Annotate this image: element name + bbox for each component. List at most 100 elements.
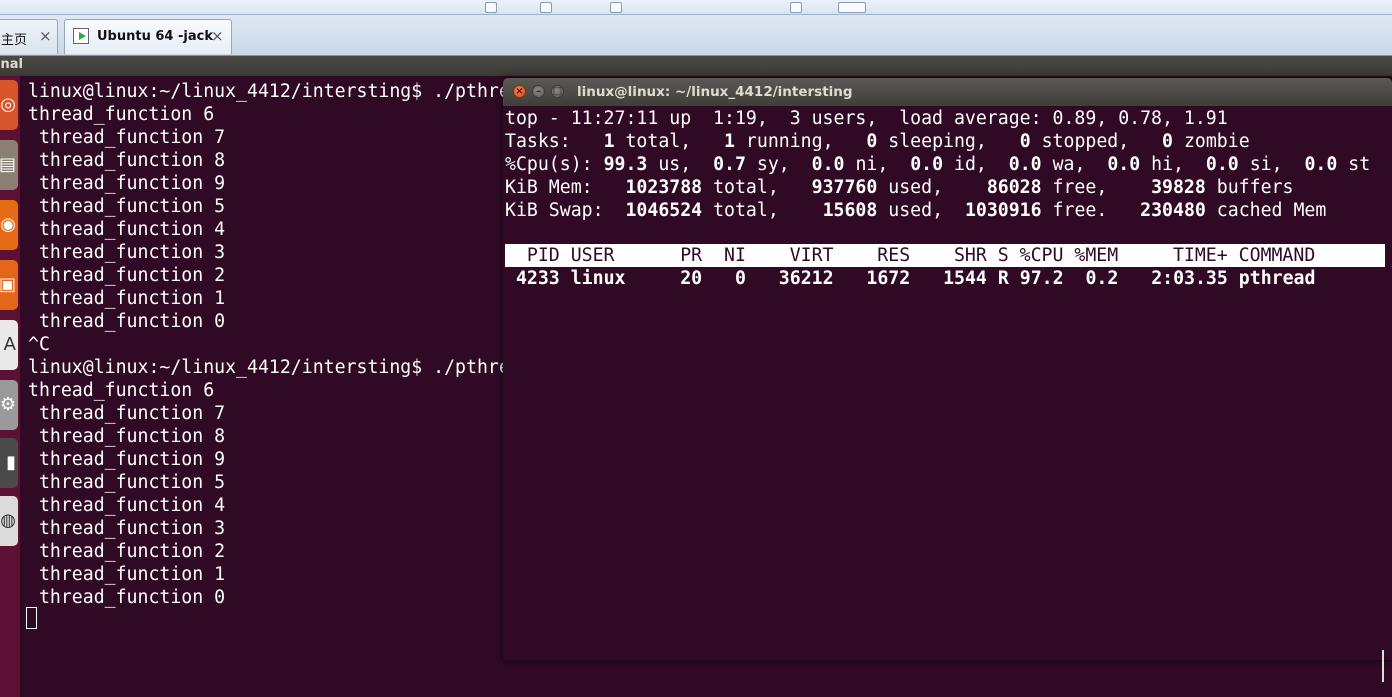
mem-used: 937760 [811,177,878,198]
virt: 36212 [778,268,834,289]
tasks-running: 1 [724,131,735,152]
terminal-line: thread_function 5 [28,472,226,493]
tasks-label: Tasks: [505,131,571,152]
terminal-line: linux@linux:~/linux_4412/intersting$ ./p… [28,357,510,378]
cpu-line: %Cpu(s): 99.3 us, 0.7 sy, 0.0 ni, 0.0 id… [505,154,1371,175]
firefox-icon[interactable]: ◉ [0,200,18,250]
uptime-line: top - 11:27:11 up 1:19, 3 users, load av… [505,108,1228,129]
software-center-icon: ▣ [0,274,16,295]
tab-label: 主页 [1,33,28,48]
files-icon[interactable]: ▤ [0,140,18,190]
cpu-hi: 0.0 [1107,154,1141,175]
libreoffice-icon: A [3,334,16,355]
toolbar-icon[interactable] [485,2,497,13]
host-tab-bar: 主页 × Ubuntu 64 -jack × [0,15,1392,56]
terminal-line: thread_function 5 [28,196,226,217]
toolbar-icon[interactable] [790,2,802,13]
cpu-si: 0.0 [1205,154,1239,175]
time: 2:03.35 [1151,268,1228,289]
toolbar-icon[interactable] [540,2,552,13]
close-icon[interactable]: × [211,27,224,45]
close-icon[interactable]: × [39,27,52,45]
terminal-line: thread_function 4 [28,219,226,240]
terminal-line: thread_function 6 [28,380,215,401]
app-title: inal [0,57,23,72]
unity-launcher: ◎ ▤ ◉ ▣ A ⚙ ▮ ◍ [0,76,20,697]
settings-icon: ⚙ [0,394,16,415]
priority: 20 [680,268,703,289]
dvd-icon[interactable]: ◍ [0,496,18,546]
terminal-line: thread_function 0 [28,587,226,608]
window-title: linux@linux: ~/linux_4412/intersting [577,84,853,100]
ubuntu-top-panel: inal [0,56,1392,76]
cpu-wa: 0.0 [1008,154,1042,175]
tab-home[interactable]: 主页 × [0,19,58,54]
tasks-stopped: 0 [1019,131,1031,152]
software-center-icon[interactable]: ▣ [0,260,18,310]
close-icon[interactable]: × [513,85,526,98]
maximize-icon[interactable]: □ [551,85,564,98]
terminal-line: thread_function 8 [28,150,226,171]
tab-label: Ubuntu 64 -jack [97,29,213,44]
tasks-sleeping: 0 [866,131,878,152]
terminal-line: thread_function 0 [28,311,226,332]
host-toolbar [0,0,1392,15]
terminal-line: thread_function 7 [28,127,226,148]
terminal-line: thread_function 3 [28,518,226,539]
dash-icon: ◎ [0,94,16,115]
terminal-line: ^C [28,334,50,355]
tab-ubuntu-vm[interactable]: Ubuntu 64 -jack × [64,19,232,54]
shr: 1544 [943,268,987,289]
state: R [997,268,1009,289]
res: 1672 [866,268,911,289]
window-titlebar[interactable]: × – □ linux@linux: ~/linux_4412/intersti… [503,78,1392,106]
command: pthread [1238,268,1316,289]
process-table-header: PID USER PR NI VIRT RES SHR S %CPU %MEM … [505,244,1385,267]
cpu-percent: 97.2 [1019,268,1064,289]
files-icon: ▤ [0,154,16,175]
nice: 0 [734,268,746,289]
tasks-zombie: 0 [1162,131,1173,152]
terminal-line: thread_function 6 [28,104,215,125]
mem-line: KiB Mem: 1023788 total, 937760 used, 860… [505,177,1294,198]
terminal-line: thread_function 1 [28,288,226,309]
user: linux [570,268,626,289]
terminal-line: thread_function 8 [28,426,226,447]
settings-icon[interactable]: ⚙ [0,380,18,430]
minimize-icon[interactable]: – [532,85,545,98]
top-output: top - 11:27:11 up 1:19, 3 users, load av… [503,106,1392,682]
process-row[interactable]: 4233 linux 20 0 36212 1672 1544 R 97.2 0… [505,267,1316,290]
swap-label: KiB Swap: [505,200,604,221]
swap-free: 1030916 [964,200,1042,221]
dvd-icon: ◍ [0,510,16,531]
libreoffice-icon[interactable]: A [0,320,18,370]
cpu-sy: 0.7 [713,154,746,175]
mem-label: KiB Mem: [505,177,593,198]
terminal-line: thread_function 4 [28,495,226,516]
scrollbar[interactable] [1382,650,1384,682]
top-terminal-window[interactable]: × – □ linux@linux: ~/linux_4412/intersti… [503,78,1392,682]
tasks-line: Tasks: 1 total, 1 running, 0 sleeping, 0… [505,131,1250,152]
toolbar-icon[interactable] [838,2,866,13]
terminal-line: thread_function 1 [28,564,226,585]
toolbar-icon[interactable] [610,2,622,13]
swap-line: KiB Swap: 1046524 total, 15608 used, 103… [505,200,1327,221]
mem-total: 1023788 [625,177,703,198]
mem-percent: 0.2 [1085,268,1119,289]
cpu-label: %Cpu(s): [505,154,593,175]
swap-total: 1046524 [625,200,703,221]
cpu-id: 0.0 [910,154,944,175]
cpu-ni: 0.0 [811,154,845,175]
pid: 4233 [515,268,560,289]
terminal-icon: ▮ [6,452,16,473]
terminal-line: thread_function 7 [28,403,226,424]
swap-cached: 230480 [1140,200,1206,221]
terminal-output: linux@linux:~/linux_4412/intersting$ ./p… [28,80,510,609]
cpu-us: 99.3 [603,154,648,175]
dash-icon[interactable]: ◎ [0,80,18,130]
tasks-total: 1 [603,131,615,152]
terminal-icon[interactable]: ▮ [0,438,18,488]
terminal-line: thread_function 2 [28,265,226,286]
terminal-line: linux@linux:~/linux_4412/intersting$ ./p… [28,81,510,102]
terminal-line: thread_function 9 [28,173,226,194]
